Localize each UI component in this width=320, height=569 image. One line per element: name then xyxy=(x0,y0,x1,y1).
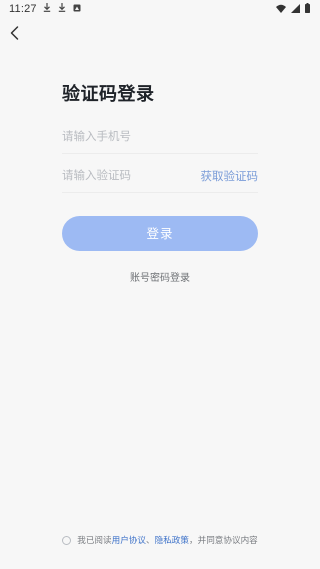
agreement-checkbox[interactable] xyxy=(62,535,72,545)
status-time: 11:27 xyxy=(9,3,37,15)
status-system-icons xyxy=(276,3,310,13)
signal-icon xyxy=(291,3,300,13)
user-agreement-link[interactable]: 用户协议 xyxy=(112,534,146,546)
download-icon xyxy=(43,3,51,12)
verification-code-field: 获取验证码 xyxy=(62,160,258,193)
agreement-prefix: 我已阅读 xyxy=(77,536,112,546)
privacy-policy-link[interactable]: 隐私政策 xyxy=(155,534,189,546)
image-icon xyxy=(73,4,81,12)
status-notification-icons xyxy=(43,3,81,12)
agreement-separator: 、 xyxy=(146,536,155,546)
password-login-link[interactable]: 账号密码登录 xyxy=(0,269,320,284)
download-icon xyxy=(58,3,66,12)
back-arrow-icon xyxy=(6,24,24,42)
phone-field xyxy=(62,121,258,154)
back-button[interactable] xyxy=(6,24,24,42)
phone-input[interactable] xyxy=(62,121,192,151)
agreement-row: 我已阅读 用户协议 、 隐私政策 ，并同意协议内容 xyxy=(0,534,320,546)
agreement-suffix: ，并同意协议内容 xyxy=(189,536,258,546)
page-title: 验证码登录 xyxy=(62,84,155,105)
login-button[interactable]: 登录 xyxy=(62,216,258,251)
verification-code-input[interactable] xyxy=(62,160,192,190)
battery-icon xyxy=(305,3,310,13)
status-bar: 11:27 xyxy=(0,0,320,18)
get-code-button[interactable]: 获取验证码 xyxy=(201,168,259,184)
wifi-icon xyxy=(276,4,286,13)
